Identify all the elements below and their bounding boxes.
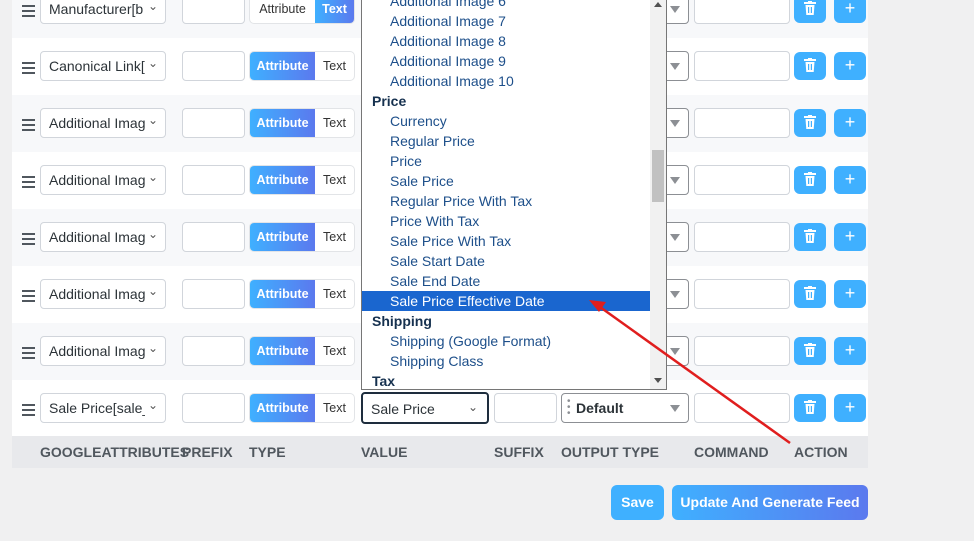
annotation-arrow-line: [599, 305, 791, 445]
annotation-arrow: [589, 300, 791, 445]
